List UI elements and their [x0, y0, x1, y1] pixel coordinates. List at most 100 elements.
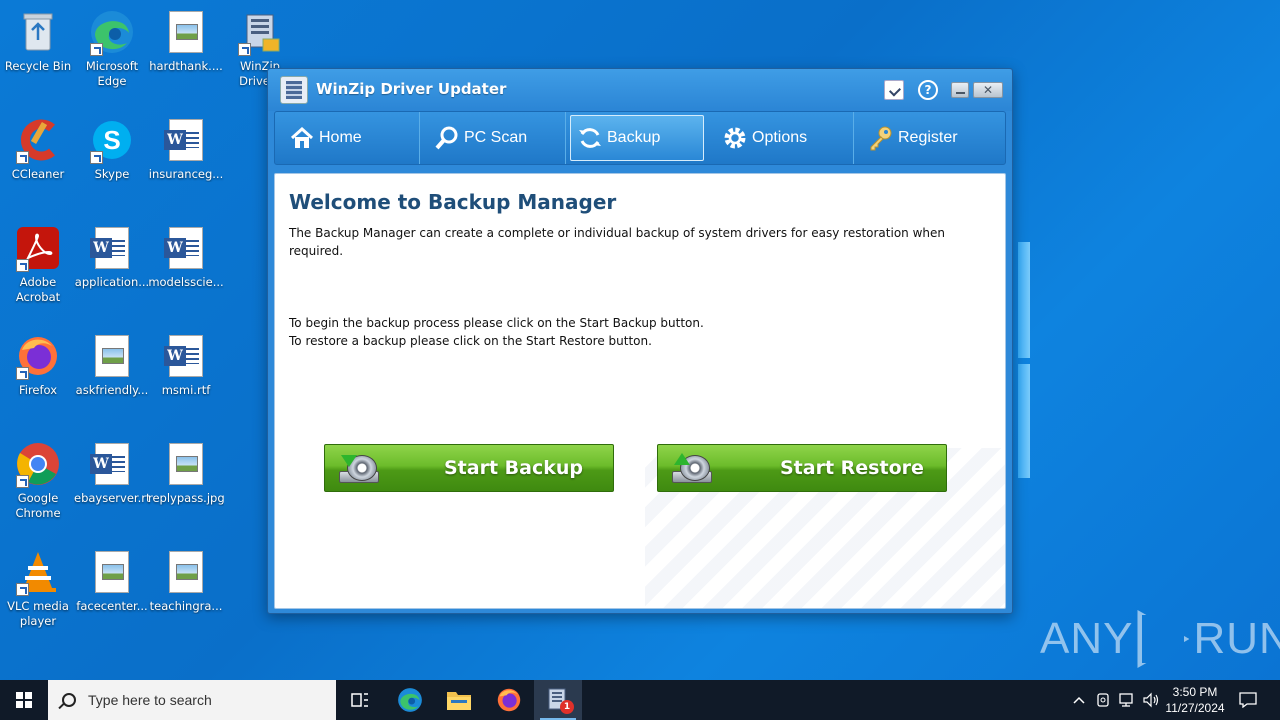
desktop-icon-label: Recycle Bin	[4, 59, 72, 73]
desktop-icon-label: Skype	[94, 167, 130, 181]
shortcut-arrow-icon	[16, 475, 29, 488]
tab-home[interactable]: Home	[275, 112, 420, 164]
intro-text: The Backup Manager can create a complete…	[289, 226, 945, 258]
shortcut-arrow-icon	[16, 151, 29, 164]
watermark-right: RUN	[1193, 614, 1280, 663]
winzip-driver-updater-icon	[236, 8, 284, 56]
desktop-icon-label: insuranceg...	[148, 167, 224, 181]
tab-pc-scan[interactable]: PC Scan	[420, 112, 566, 164]
desktop-icon-skype[interactable]: S Skype	[74, 116, 150, 182]
shortcut-arrow-icon	[90, 43, 103, 56]
play-icon	[1137, 610, 1190, 668]
taskbar-file-explorer[interactable]	[435, 680, 483, 720]
image-file-icon	[162, 8, 210, 56]
tab-label: Backup	[607, 129, 661, 146]
start-restore-label: Start Restore	[780, 457, 924, 479]
desktop-icon-askfriendly[interactable]: askfriendly...	[74, 332, 150, 398]
desktop-icon-msmi[interactable]: W msmi.rtf	[148, 332, 224, 398]
page-title: Welcome to Backup Manager	[289, 190, 617, 214]
dropdown-menu-button[interactable]	[884, 80, 904, 100]
window-title: WinZip Driver Updater	[316, 80, 507, 98]
taskbar-search-box[interactable]: Type here to search	[48, 680, 336, 720]
taskbar-winzip-driver-updater[interactable]: 1	[534, 680, 582, 720]
taskbar-clock[interactable]: 3:50 PM 11/27/2024	[1160, 684, 1230, 716]
search-placeholder: Type here to search	[88, 692, 212, 708]
desktop-icon-facecenter[interactable]: facecenter...	[74, 548, 150, 614]
tab-options[interactable]: Options	[708, 112, 854, 164]
desktop-icon-application-doc[interactable]: W application...	[74, 224, 150, 290]
word-file-icon: W	[88, 224, 136, 272]
desktop-icon-ebayserver[interactable]: W ebayserver.rtf	[74, 440, 150, 506]
minimize-button[interactable]	[951, 82, 969, 98]
desktop-icon-label: CCleaner	[11, 167, 65, 181]
watermark: ANY RUN	[1040, 610, 1280, 668]
desktop-icon-firefox[interactable]: Firefox	[0, 332, 76, 398]
network-icon	[1119, 693, 1133, 707]
taskbar-firefox[interactable]	[485, 680, 533, 720]
desktop-icon-label: application...	[74, 275, 150, 289]
refresh-icon	[577, 125, 603, 151]
word-file-icon: W	[162, 224, 210, 272]
network-button[interactable]	[1116, 680, 1138, 720]
show-hidden-icons-button[interactable]	[1068, 680, 1090, 720]
winzip-driver-updater-window: WinZip Driver Updater ? ✕ Home PC Scan B…	[267, 68, 1013, 614]
desktop-icon-vlc[interactable]: VLC media player	[0, 548, 76, 629]
word-file-icon: W	[162, 116, 210, 164]
shortcut-arrow-icon	[238, 43, 251, 56]
task-view-icon	[351, 693, 368, 707]
tray-device-button[interactable]	[1092, 680, 1114, 720]
acrobat-icon	[14, 224, 62, 272]
desktop-icon-label: askfriendly...	[75, 383, 149, 397]
restore-instruction: To restore a backup please click on the …	[289, 334, 652, 348]
title-bar[interactable]: WinZip Driver Updater ? ✕	[268, 69, 1012, 111]
clock-date: 11/27/2024	[1165, 701, 1225, 715]
desktop-icon-modelsscie[interactable]: W modelsscie...	[148, 224, 224, 290]
desktop-icon-label: Google Chrome	[15, 491, 61, 520]
wallpaper-logo-pane	[1018, 364, 1030, 478]
desktop-icon-google-chrome[interactable]: Google Chrome	[0, 440, 76, 521]
backup-manager-panel: Welcome to Backup Manager The Backup Man…	[274, 173, 1006, 609]
shortcut-arrow-icon	[90, 151, 103, 164]
image-file-icon	[88, 332, 136, 380]
desktop-icon-teachingra[interactable]: teachingra...	[148, 548, 224, 614]
edge-icon	[398, 688, 422, 712]
desktop-icon-recycle-bin[interactable]: Recycle Bin	[0, 8, 76, 74]
tab-register[interactable]: Register	[854, 112, 1004, 164]
notification-badge: 1	[560, 700, 574, 714]
volume-button[interactable]	[1140, 680, 1162, 720]
desktop-icon-label: teachingra...	[149, 599, 223, 613]
start-backup-button[interactable]: Start Backup	[324, 444, 614, 492]
clock-time: 3:50 PM	[1172, 685, 1218, 699]
taskbar-edge[interactable]	[386, 680, 434, 720]
close-button[interactable]: ✕	[973, 82, 1003, 98]
desktop-icon-adobe-acrobat[interactable]: Adobe Acrobat	[0, 224, 76, 305]
image-file-icon	[162, 440, 210, 488]
desktop-icon-label: Firefox	[18, 383, 58, 397]
shortcut-arrow-icon	[16, 583, 29, 596]
desktop-icon-replypass[interactable]: replypass.jpg	[148, 440, 224, 506]
image-file-icon	[162, 548, 210, 596]
ccleaner-icon	[14, 116, 62, 164]
home-icon	[289, 125, 315, 151]
start-button[interactable]	[0, 680, 48, 720]
desktop-icon-microsoft-edge[interactable]: Microsoft Edge	[74, 8, 150, 89]
desktop-icon-label: hardthank....	[149, 59, 223, 73]
recycle-bin-icon	[14, 8, 62, 56]
desktop-icon-insuranceg[interactable]: W insuranceg...	[148, 116, 224, 182]
watermark-left: ANY	[1040, 614, 1134, 663]
desktop-icon-ccleaner[interactable]: CCleaner	[0, 116, 76, 182]
help-button[interactable]: ?	[918, 80, 938, 100]
task-view-button[interactable]	[336, 680, 384, 720]
image-file-icon	[88, 548, 136, 596]
word-file-icon: W	[162, 332, 210, 380]
tab-backup[interactable]: Backup	[570, 115, 704, 161]
main-nav: Home PC Scan Backup Options Register	[274, 111, 1006, 165]
desktop-icon-label: ebayserver.rtf	[74, 491, 150, 505]
restore-disk-icon	[672, 453, 712, 485]
search-icon	[62, 693, 76, 707]
start-restore-button[interactable]: Start Restore	[657, 444, 947, 492]
notifications-button[interactable]	[1234, 680, 1262, 720]
desktop-icon-label: msmi.rtf	[161, 383, 211, 397]
device-icon	[1097, 693, 1109, 707]
desktop-icon-hardthank[interactable]: hardthank....	[148, 8, 224, 74]
